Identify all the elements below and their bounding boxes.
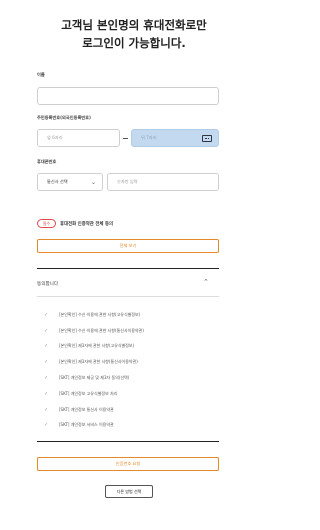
- term-item[interactable]: ✓ [본인확인] 제3자에 관한 사항(고유식별정보): [44, 339, 144, 355]
- phone-number-placeholder: 숫자만 입력: [117, 179, 138, 184]
- required-badge: 필수: [37, 219, 56, 228]
- view-all-terms-button[interactable]: 전체 보기: [37, 239, 219, 253]
- term-item[interactable]: ✓ [본인확인] 수신·이용에 관한 사항(고유식별정보): [44, 307, 144, 323]
- terms-divider-top: [37, 268, 219, 269]
- check-icon: ✓: [44, 390, 49, 397]
- term-item-label: [SKT] 개인정보 서비스 이용약관: [59, 422, 114, 428]
- rrn-back-input[interactable]: 뒤 7자리: [131, 129, 219, 147]
- term-item-label: [본인확인] 수신·이용에 관한 사항(통신사이용약관): [59, 327, 144, 333]
- term-item-label: [SKT] 개인정보 통신사 이용약관: [59, 406, 114, 412]
- request-code-button[interactable]: 인증번호 요청: [37, 457, 219, 471]
- terms-list: ✓ [본인확인] 수신·이용에 관한 사항(고유식별정보) ✓ [본인확인] 수신·…: [44, 307, 144, 433]
- carrier-select[interactable]: 통신사 선택 ⌄: [37, 173, 103, 191]
- term-item[interactable]: ✓ [SKT] 개인정보 제공 및 제3자 동의(선택): [44, 370, 144, 386]
- phone-label: 휴대폰번호: [37, 159, 57, 164]
- check-icon: ✓: [44, 359, 49, 366]
- phone-number-input[interactable]: 숫자만 입력: [107, 173, 219, 191]
- rrn-label: 주민등록번호(외국인등록번호): [37, 115, 91, 120]
- agree-all-label[interactable]: 동의합니다: [37, 281, 58, 287]
- term-item-label: [SKT] 개인정보 고유식별정보 처리: [59, 390, 118, 396]
- name-label: 이름: [37, 72, 45, 77]
- consent-all-label[interactable]: 휴대전화 인증약관 전체 동의: [60, 221, 113, 227]
- rrn-front-placeholder: 앞 6자리: [47, 135, 63, 140]
- carrier-selected-value: 통신사 선택: [47, 179, 68, 184]
- term-item-label: [본인확인] 수신·이용에 관한 사항(고유식별정보): [59, 311, 141, 317]
- check-icon: ✓: [44, 375, 49, 382]
- check-icon: ✓: [44, 422, 49, 429]
- check-icon: ✓: [44, 406, 49, 413]
- title-line-2: 로그인이 가능합니다.: [82, 36, 186, 50]
- term-item[interactable]: ✓ [본인확인] 수신·이용에 관한 사항(통신사이용약관): [44, 323, 144, 339]
- other-method-button[interactable]: 다른 방법 선택: [105, 485, 153, 498]
- rrn-front-input[interactable]: 앞 6자리: [37, 129, 120, 147]
- term-item-label: [본인확인] 제3자에 관한 사항(통신사이용약관): [59, 359, 138, 365]
- page-title: 고객님 본인명의 휴대전화로만 로그인이 가능합니다.: [0, 16, 268, 52]
- term-item[interactable]: ✓ [SKT] 개인정보 서비스 이용약관: [44, 418, 144, 434]
- term-item[interactable]: ✓ [SKT] 개인정보 통신사 이용약관: [44, 402, 144, 418]
- rrn-back-placeholder: 뒤 7자리: [141, 135, 157, 140]
- check-icon: ✓: [44, 343, 49, 350]
- chevron-up-icon[interactable]: ⌃: [203, 278, 209, 286]
- title-line-1: 고객님 본인명의 휴대전화로만: [61, 18, 207, 32]
- rrn-dash: [123, 138, 128, 139]
- chevron-down-icon: ⌄: [90, 179, 96, 186]
- term-item-label: [SKT] 개인정보 제공 및 제3자 동의(선택): [59, 375, 130, 381]
- check-icon: ✓: [44, 327, 49, 334]
- term-item-label: [본인확인] 제3자에 관한 사항(고유식별정보): [59, 343, 135, 349]
- name-input[interactable]: [37, 87, 219, 105]
- terms-divider-bottom: [37, 441, 219, 442]
- term-item[interactable]: ✓ [본인확인] 제3자에 관한 사항(통신사이용약관): [44, 354, 144, 370]
- keyboard-icon[interactable]: [202, 135, 212, 142]
- check-icon: ✓: [44, 311, 49, 318]
- terms-divider-inner: [37, 296, 219, 297]
- term-item[interactable]: ✓ [SKT] 개인정보 고유식별정보 처리: [44, 386, 144, 402]
